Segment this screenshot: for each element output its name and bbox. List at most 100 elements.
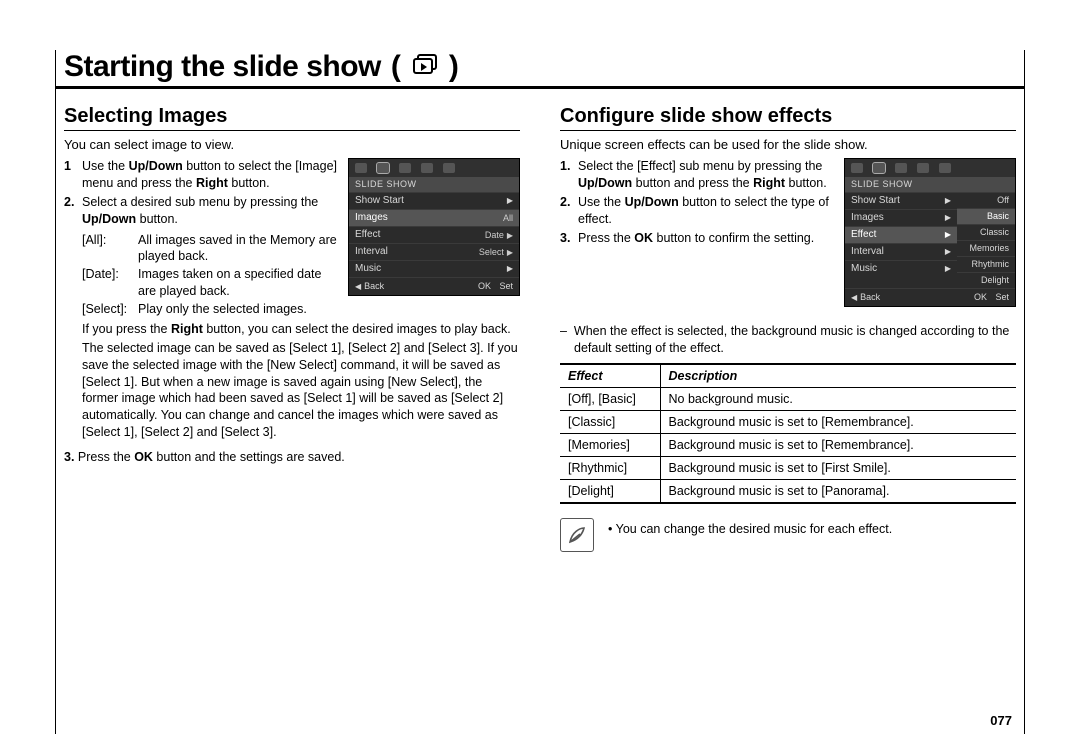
step-text: Select the [Effect] sub menu by pressing… — [578, 158, 834, 192]
dl-term: [All]: — [82, 232, 138, 266]
table-row: [Off], [Basic] No background music. — [560, 387, 1016, 410]
cell-description: Background music is set to [Remembrance]… — [660, 410, 1016, 433]
lcd-row-label: Show Start — [355, 196, 404, 206]
lcd-row: Show Start ▶ — [349, 192, 519, 209]
lcd-tab-icon — [939, 163, 951, 173]
cell-effect: [Classic] — [560, 410, 660, 433]
page-number: 077 — [990, 713, 1012, 728]
lcd-row-label: Interval — [355, 247, 388, 257]
lcd-row-value: Select — [479, 247, 504, 257]
lcd-back-label: Back — [860, 293, 880, 302]
dl-term: [Select]: — [82, 301, 138, 318]
right-column: Configure slide show effects Unique scre… — [560, 99, 1016, 552]
step-text: Select a desired sub menu by pressing th… — [82, 194, 338, 228]
lcd-tab-icon — [895, 163, 907, 173]
lcd-row: Images▶ — [845, 209, 957, 226]
lcd-menu-left: SLIDE SHOW Show Start ▶ Images All Effec… — [348, 158, 520, 296]
lcd-row: Interval▶ — [845, 243, 957, 260]
cell-description: Background music is set to [First Smile]… — [660, 456, 1016, 479]
step-number: 1 — [64, 158, 82, 192]
lcd-row-label: Music — [851, 264, 877, 274]
lcd-value: Rhythmic — [957, 256, 1015, 272]
lcd-row-label: Images — [851, 213, 884, 223]
lcd-tab-icon — [443, 163, 455, 173]
lcd-row-selected: Images All — [349, 209, 519, 226]
lcd-ok-label: OK — [974, 293, 987, 302]
cell-effect: [Memories] — [560, 433, 660, 456]
lcd-value: Memories — [957, 240, 1015, 256]
back-triangle-icon: ◀ — [851, 294, 857, 302]
lcd-row-value: All — [503, 213, 513, 223]
dl-term: [Date]: — [82, 266, 138, 300]
lcd-row-label: Interval — [851, 247, 884, 257]
lcd-row-label: Images — [355, 213, 388, 223]
paragraph: If you press the Right button, you can s… — [82, 321, 520, 338]
lcd-header: SLIDE SHOW — [845, 177, 1015, 192]
chevron-right-icon: ▶ — [507, 197, 513, 205]
step-text: Press the OK button to confirm the setti… — [578, 230, 834, 247]
lcd-row-label: Show Start — [851, 196, 900, 206]
slideshow-icon — [411, 54, 439, 76]
paragraph: The selected image can be saved as [Sele… — [82, 340, 520, 441]
lcd-footer: ◀Back OK Set — [349, 277, 519, 295]
lcd-tab-icon — [377, 163, 389, 173]
dl-def: Play only the selected images. — [138, 301, 338, 318]
lcd-icon-row — [349, 159, 519, 177]
dash-note: – When the effect is selected, the backg… — [574, 323, 1016, 357]
lcd-row-value: Date — [485, 230, 504, 240]
lcd-header: SLIDE SHOW — [349, 177, 519, 192]
note-block: You can change the desired music for eac… — [560, 518, 1016, 552]
lcd-row-label: Effect — [851, 230, 876, 240]
table-row: [Classic] Background music is set to [Re… — [560, 410, 1016, 433]
lcd-icon-row — [845, 159, 1015, 177]
lcd-value: Classic — [957, 224, 1015, 240]
lcd-tab-icon — [851, 163, 863, 173]
cell-effect: [Rhythmic] — [560, 456, 660, 479]
cell-effect: [Off], [Basic] — [560, 387, 660, 410]
lcd-row: Show Start▶ — [845, 192, 957, 209]
page-title: Starting the slide show — [64, 50, 381, 84]
table-row: [Delight] Background music is set to [Pa… — [560, 479, 1016, 503]
left-column: Selecting Images You can select image to… — [64, 99, 520, 552]
note-item: You can change the desired music for eac… — [608, 522, 892, 536]
left-heading: Selecting Images — [64, 105, 520, 131]
lcd-value: Off — [957, 192, 1015, 208]
title-paren-close: ) — [449, 50, 459, 84]
step-3: 3. Press the OK button and the settings … — [64, 449, 520, 466]
lcd-row-label: Music — [355, 264, 381, 274]
step-text: Use the Up/Down button to select the [Im… — [82, 158, 338, 192]
dl-def: Images taken on a specified date are pla… — [138, 266, 338, 300]
table-header-effect: Effect — [560, 364, 660, 388]
dl-def: All images saved in the Memory are playe… — [138, 232, 338, 266]
lcd-back-label: Back — [364, 282, 384, 291]
lcd-value-selected: Basic — [957, 208, 1015, 224]
lcd-tab-icon — [399, 163, 411, 173]
step-number: 1. — [560, 158, 578, 192]
chevron-right-icon: ▶ — [507, 265, 513, 273]
lcd-set-label: Set — [995, 293, 1009, 302]
lcd-tab-icon — [421, 163, 433, 173]
cell-effect: [Delight] — [560, 479, 660, 503]
lcd-row: Music▶ — [845, 260, 957, 277]
step-number: 2. — [64, 194, 82, 228]
lcd-menu-right: SLIDE SHOW Show Start▶ Images▶ Effect▶ I… — [844, 158, 1016, 307]
lcd-row-selected: Effect▶ — [845, 226, 957, 243]
lcd-ok-label: OK — [478, 282, 491, 291]
lcd-footer: ◀Back OK Set — [845, 288, 1015, 306]
table-row: [Memories] Background music is set to [R… — [560, 433, 1016, 456]
lcd-row-label: Effect — [355, 230, 380, 240]
cell-description: No background music. — [660, 387, 1016, 410]
left-lede: You can select image to view. — [64, 137, 520, 152]
step-number: 3. — [560, 230, 578, 247]
table-row: [Rhythmic] Background music is set to [F… — [560, 456, 1016, 479]
lcd-row: Interval Select▶ — [349, 243, 519, 260]
effects-table: Effect Description [Off], [Basic] No bac… — [560, 363, 1016, 504]
cell-description: Background music is set to [Panorama]. — [660, 479, 1016, 503]
step-text: Use the Up/Down button to select the typ… — [578, 194, 834, 228]
lcd-tab-icon — [917, 163, 929, 173]
right-lede: Unique screen effects can be used for th… — [560, 137, 1016, 152]
note-icon — [560, 518, 594, 552]
lcd-row: Music ▶ — [349, 260, 519, 277]
back-triangle-icon: ◀ — [355, 283, 361, 291]
cell-description: Background music is set to [Remembrance]… — [660, 433, 1016, 456]
